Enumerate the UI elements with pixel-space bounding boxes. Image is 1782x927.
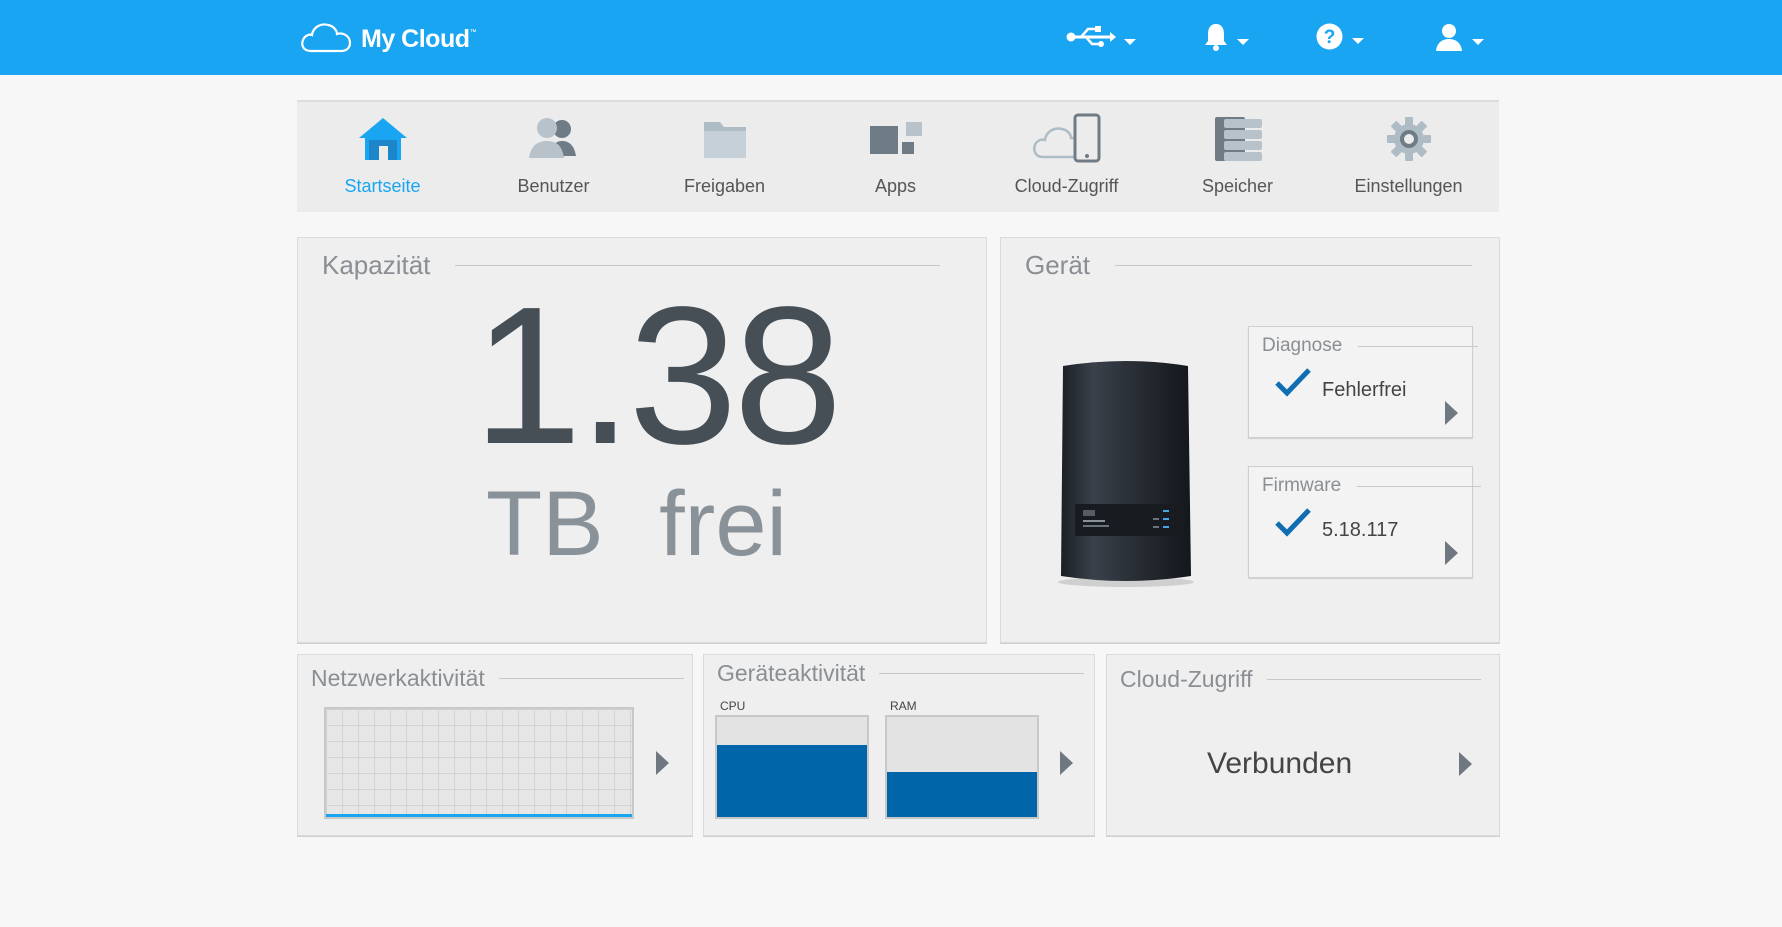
cpu-meter-fill [717, 745, 867, 817]
usb-menu-button[interactable] [1066, 22, 1136, 57]
firmware-value: 5.18.117 [1322, 519, 1399, 541]
network-title: Netzwerkaktivität [311, 665, 684, 692]
activity-title: Geräteaktivität [717, 660, 1085, 687]
home-icon [357, 114, 409, 164]
nav-label: Startseite [344, 176, 421, 196]
firmware-title: Firmware [1262, 475, 1482, 497]
gear-icon [1386, 114, 1432, 164]
top-bar: My Cloud™ ? [0, 0, 1782, 75]
capacity-value: 1.38 [473, 266, 842, 485]
cpu-label: CPU [720, 699, 746, 713]
nav-label: Freigaben [683, 176, 766, 196]
diagnose-value: Fehlerfrei [1322, 379, 1407, 401]
storage-icon [1212, 114, 1264, 164]
device-panel: Gerät Diagnose Fehlerfrei Firmware 5.18.… [1000, 237, 1500, 643]
activity-panel: Geräteaktivität CPU RAM [703, 654, 1095, 836]
title-divider [1358, 345, 1479, 347]
check-icon [1275, 507, 1311, 542]
arrow-right-icon[interactable] [656, 751, 669, 775]
nav-item-apps[interactable]: Apps [810, 102, 981, 212]
nav-label: Einstellungen [1354, 176, 1463, 196]
network-panel: Netzwerkaktivität [297, 654, 693, 836]
device-image [1053, 348, 1203, 593]
bell-icon [1203, 22, 1229, 57]
arrow-right-icon[interactable] [1060, 751, 1073, 775]
network-graph [324, 707, 634, 819]
arrow-right-icon[interactable] [1459, 752, 1472, 776]
notifications-button[interactable] [1203, 22, 1249, 57]
arrow-right-icon[interactable] [1445, 401, 1458, 425]
title-divider [1266, 679, 1481, 680]
device-title: Gerät [1025, 250, 1473, 281]
help-button[interactable]: ? [1315, 22, 1364, 56]
users-icon [525, 114, 583, 164]
nav-item-cloud-zugriff[interactable]: Cloud-Zugriff [981, 102, 1152, 212]
cloud-device-icon [1031, 113, 1103, 164]
nav-item-speicher[interactable]: Speicher [1152, 102, 1323, 212]
nav-item-benutzer[interactable]: Benutzer [468, 102, 639, 212]
title-divider [879, 673, 1085, 674]
cloud-status: Verbunden [1207, 747, 1353, 780]
diagnose-title: Diagnose [1262, 335, 1479, 357]
ram-label: RAM [890, 699, 917, 713]
cpu-meter [715, 715, 869, 819]
chevron-down-icon [1352, 38, 1364, 44]
chevron-down-icon [1472, 38, 1484, 45]
chevron-down-icon [1124, 38, 1136, 45]
capacity-unit: TB frei [486, 473, 787, 575]
check-icon [1275, 367, 1311, 402]
nav-label: Cloud-Zugriff [1014, 176, 1119, 196]
ram-meter [885, 715, 1039, 819]
diagnose-card[interactable]: Diagnose Fehlerfrei [1248, 326, 1479, 438]
apps-icon [868, 114, 924, 164]
nav-label: Speicher [1201, 176, 1274, 196]
folder-icon [702, 114, 748, 164]
logo-text: My Cloud™ [361, 25, 476, 53]
ram-meter-fill [887, 772, 1037, 817]
capacity-panel: Kapazität 1.38 TB frei [297, 237, 987, 643]
cloud-title: Cloud-Zugriff [1120, 666, 1481, 693]
cloud-panel[interactable]: Cloud-Zugriff Verbunden [1106, 654, 1500, 836]
chevron-down-icon [1237, 38, 1249, 45]
title-divider [1357, 485, 1482, 487]
title-divider [498, 678, 684, 679]
nav-label: Benutzer [517, 176, 590, 196]
nav-item-einstellungen[interactable]: Einstellungen [1323, 102, 1494, 212]
nav-item-startseite[interactable]: Startseite [297, 102, 468, 212]
logo[interactable]: My Cloud™ [299, 20, 476, 59]
help-icon: ? [1315, 22, 1344, 56]
svg-text:?: ? [1324, 27, 1336, 48]
user-menu-button[interactable] [1434, 22, 1484, 57]
user-icon [1434, 22, 1464, 57]
firmware-card[interactable]: Firmware 5.18.117 [1248, 466, 1482, 578]
nav-item-freigaben[interactable]: Freigaben [639, 102, 810, 212]
nav-label: Apps [874, 176, 917, 196]
arrow-right-icon[interactable] [1445, 541, 1458, 565]
main-nav: Startseite Benutzer Freigaben Apps Cloud… [297, 100, 1499, 212]
graph-line [326, 814, 632, 817]
title-divider [1115, 265, 1473, 266]
cloud-logo-icon [299, 20, 353, 59]
usb-icon [1066, 22, 1116, 57]
